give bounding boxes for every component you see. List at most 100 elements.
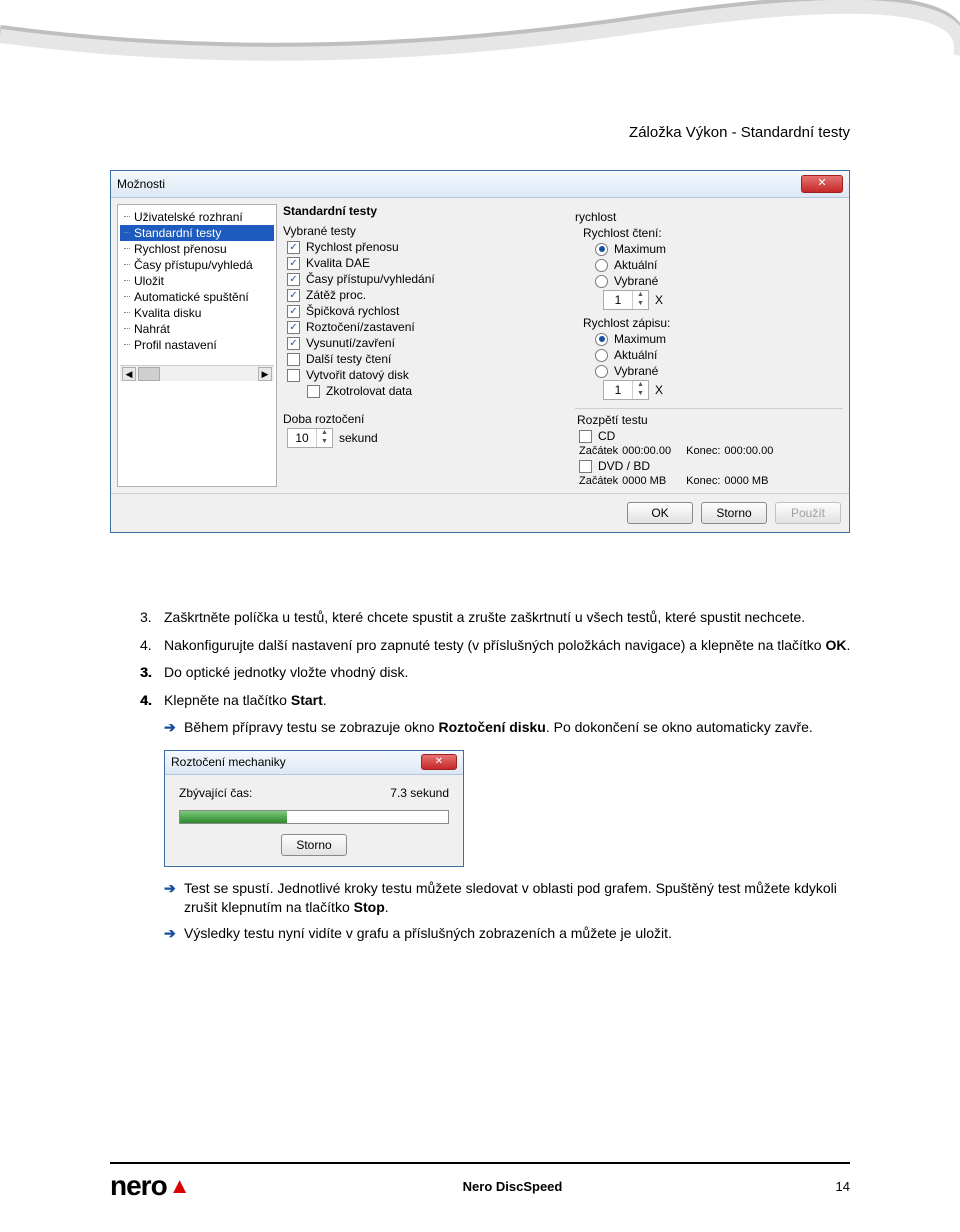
spin-up-icon[interactable]: ▲ [317,429,332,438]
test-label: Rychlost přenosu [306,240,399,254]
note-3: Výsledky testu nyní vidíte v grafu a pří… [184,924,672,944]
spinup-cancel-button[interactable]: Storno [281,834,347,856]
dvd-start-label: Začátek [579,475,618,487]
dvd-start-value: 0000 MB [622,475,682,487]
close-icon[interactable]: ✕ [421,754,457,770]
spin-down-icon[interactable]: ▼ [317,438,332,447]
speed-radio[interactable] [595,349,608,362]
tree-item[interactable]: Rychlost přenosu [120,241,274,257]
instructions: 3.Zaškrtněte políčka u testů, které chce… [140,608,860,949]
tree-item[interactable]: Standardní testy [120,225,274,241]
apply-button[interactable]: Použít [775,502,841,524]
cd-end-label: Konec: [686,445,720,457]
arrow-icon: ➔ [164,924,184,944]
ok-button[interactable]: OK [627,502,693,524]
test-checkbox[interactable] [287,257,300,270]
arrow-icon: ➔ [164,718,184,738]
tree-item[interactable]: Profil nastavení [120,337,274,353]
section-header: Standardní testy [283,204,551,218]
test-label: Zátěž proc. [306,288,366,302]
scroll-left-icon[interactable]: ◀ [122,367,136,381]
scroll-thumb[interactable] [138,367,160,381]
step-4: Nakonfigurujte další nastavení pro zapnu… [164,636,850,656]
speed-option-label: Maximum [614,242,666,256]
verify-data-checkbox[interactable] [307,385,320,398]
note-2: Test se spustí. Jednotlivé kroky testu m… [184,879,860,918]
span-header: Rozpětí testu [577,413,843,427]
test-label: Vytvořit datový disk [306,368,409,382]
test-label: Špičková rychlost [306,304,399,318]
read-x-input[interactable] [604,291,632,309]
spin-up-icon[interactable]: ▲ [633,381,648,390]
test-checkbox[interactable] [287,241,300,254]
speed-radio[interactable] [595,243,608,256]
speed-col-label: rychlost [575,210,843,224]
close-icon[interactable]: ✕ [801,175,843,193]
flame-icon: ▲ [169,1173,190,1199]
scroll-right-icon[interactable]: ▶ [258,367,272,381]
tree-item[interactable]: Uživatelské rozhraní [120,209,274,225]
cd-start-label: Začátek [579,445,618,457]
speed-radio[interactable] [595,275,608,288]
tree-scrollbar[interactable]: ◀ ▶ [120,365,274,381]
tree-item[interactable]: Kvalita disku [120,305,274,321]
cancel-button[interactable]: Storno [701,502,767,524]
spinup-input[interactable] [288,429,316,447]
nero-logo: nero▲ [110,1170,189,1202]
spinup-unit: sekund [339,431,378,445]
page-footer: nero▲ Nero DiscSpeed 14 [110,1162,850,1202]
spinup-dialog-title: Roztočení mechaniky [171,754,286,771]
dvd-end-value: 0000 MB [724,475,784,487]
x-suffix: X [655,383,663,397]
speed-option-label: Vybrané [614,274,658,288]
write-x-input[interactable] [604,381,632,399]
test-checkbox[interactable] [287,305,300,318]
dvd-checkbox[interactable] [579,460,592,473]
tree-item[interactable]: Časy přístupu/vyhledá [120,257,274,273]
test-label: Kvalita DAE [306,256,370,270]
page-title: Záložka Výkon - Standardní testy [629,124,850,141]
test-checkbox[interactable] [287,273,300,286]
write-x-spinner[interactable]: ▲▼ [603,380,649,400]
step-3: Zaškrtněte políčka u testů, které chcete… [164,608,805,628]
verify-data-label: Zkotrolovat data [326,384,412,398]
spin-up-icon[interactable]: ▲ [633,291,648,300]
spin-down-icon[interactable]: ▼ [633,390,648,399]
test-checkbox[interactable] [287,289,300,302]
spinup-spinner[interactable]: ▲▼ [287,428,333,448]
test-label: Vysunutí/zavření [306,336,395,350]
test-checkbox[interactable] [287,353,300,366]
read-speed-label: Rychlost čtení: [583,226,843,240]
dialog-title-text: Možnosti [117,177,165,191]
test-checkbox[interactable] [287,369,300,382]
test-checkbox[interactable] [287,337,300,350]
dialog-titlebar: Možnosti ✕ [111,171,849,198]
test-checkbox[interactable] [287,321,300,334]
dvd-label: DVD / BD [598,459,650,473]
speed-option-label: Vybrané [614,364,658,378]
x-suffix: X [655,293,663,307]
cd-end-value: 000:00.00 [724,445,784,457]
read-x-spinner[interactable]: ▲▼ [603,290,649,310]
spin-down-icon[interactable]: ▼ [633,300,648,309]
speed-option-label: Maximum [614,332,666,346]
dvd-end-label: Konec: [686,475,720,487]
nav-tree[interactable]: Uživatelské rozhraníStandardní testyRych… [117,204,277,487]
speed-radio[interactable] [595,333,608,346]
speed-radio[interactable] [595,365,608,378]
step-3b: Do optické jednotky vložte vhodný disk. [164,663,408,683]
note-1: Během přípravy testu se zobrazuje okno R… [184,718,813,738]
cd-label: CD [598,429,615,443]
footer-product: Nero DiscSpeed [463,1179,563,1194]
tree-item[interactable]: Nahrát [120,321,274,337]
arrow-icon: ➔ [164,879,184,918]
speed-option-label: Aktuální [614,258,657,272]
tree-item[interactable]: Uložit [120,273,274,289]
selected-tests-label: Vybrané testy [283,224,551,238]
spinup-label: Doba roztočení [283,412,551,426]
options-dialog: Možnosti ✕ Uživatelské rozhraníStandardn… [110,170,850,533]
header-swoosh [0,0,960,90]
cd-checkbox[interactable] [579,430,592,443]
tree-item[interactable]: Automatické spuštění [120,289,274,305]
speed-radio[interactable] [595,259,608,272]
